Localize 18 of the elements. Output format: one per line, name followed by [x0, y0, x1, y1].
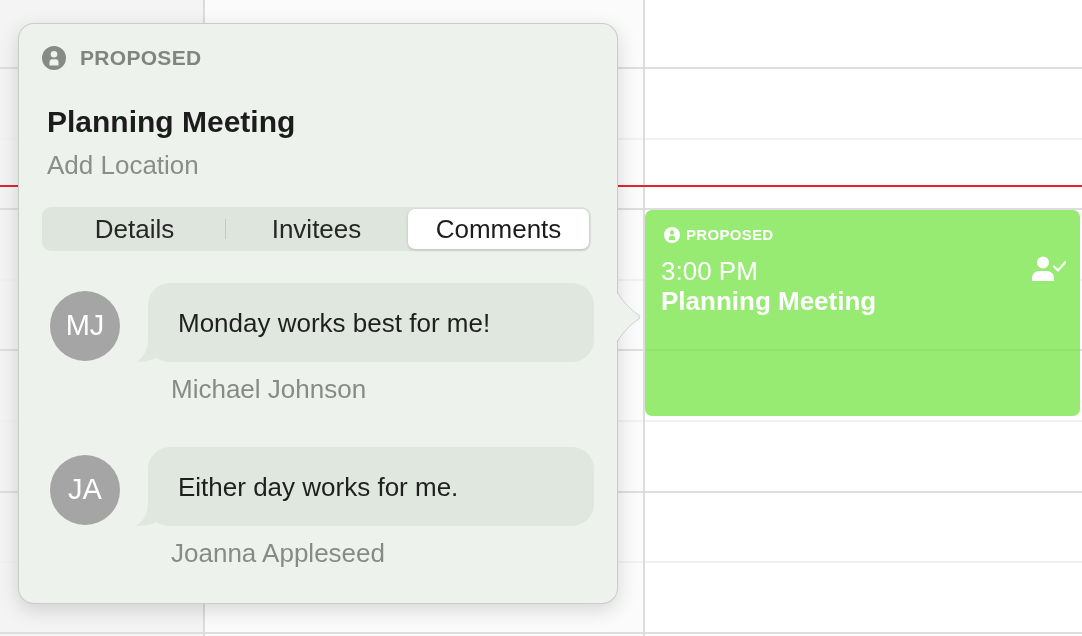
comment-author: Michael Johnson	[171, 374, 367, 404]
comment-bubble: Monday works best for me!	[136, 283, 594, 362]
avatar: MJ	[50, 291, 120, 361]
location-field[interactable]: Add Location	[47, 150, 377, 180]
tab[interactable]: Comments	[408, 209, 589, 249]
status-label: PROPOSED	[80, 46, 202, 70]
event-title: Planning Meeting	[47, 104, 296, 140]
person-badge-icon	[664, 227, 680, 243]
person-badge-icon	[42, 46, 66, 70]
avatar: JA	[50, 455, 120, 525]
comment-bubble: Either day works for me.	[136, 447, 594, 526]
person-check-icon	[1032, 256, 1066, 281]
status-label: PROPOSED	[686, 227, 774, 243]
event-title: Planning Meeting	[661, 286, 877, 316]
comment-author: Joanna Appleseed	[171, 538, 385, 568]
event-time: 3:00 PM	[661, 256, 758, 286]
tab[interactable]: Invitees	[226, 209, 407, 249]
tab[interactable]: Details	[44, 209, 225, 249]
